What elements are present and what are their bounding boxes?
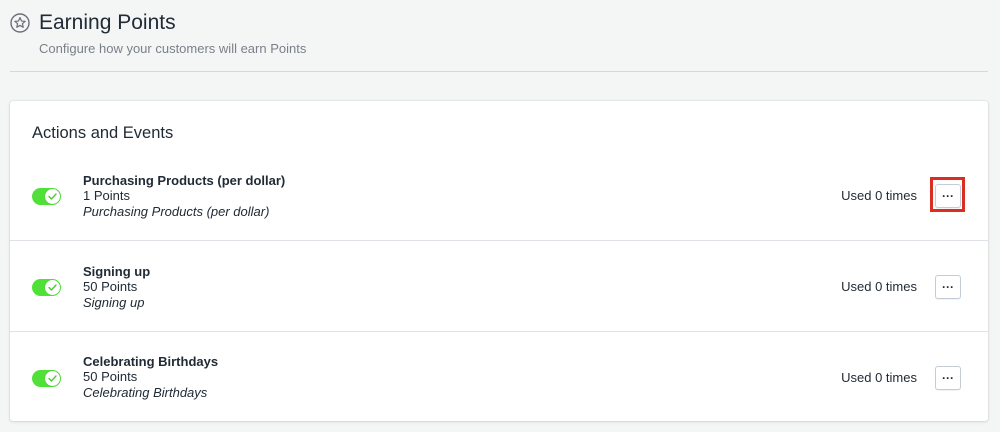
action-row-purchasing: Purchasing Products (per dollar) 1 Point… <box>10 150 988 241</box>
action-description: Purchasing Products (per dollar) <box>83 204 270 219</box>
action-name: Celebrating Birthdays <box>83 354 219 369</box>
enabled-toggle[interactable] <box>32 188 61 205</box>
check-icon <box>48 193 57 200</box>
page: Earning Points Configure how your custom… <box>0 0 1000 432</box>
card-title: Actions and Events <box>32 124 174 142</box>
enabled-toggle[interactable] <box>32 279 61 296</box>
toggle-knob <box>45 280 60 295</box>
page-subtitle: Configure how your customers will earn P… <box>39 41 307 56</box>
check-icon <box>48 284 57 291</box>
action-description: Signing up <box>83 295 145 310</box>
toggle-knob <box>45 371 60 386</box>
action-name: Signing up <box>83 264 151 279</box>
toggle-knob <box>45 189 60 204</box>
usage-count: Used 0 times <box>841 370 917 385</box>
more-actions-button[interactable]: ··· <box>935 275 961 299</box>
action-points: 50 Points <box>83 279 138 294</box>
highlight-box <box>930 177 965 212</box>
enabled-toggle[interactable] <box>32 370 61 387</box>
page-header: Earning Points Configure how your custom… <box>10 8 988 72</box>
action-points: 1 Points <box>83 188 130 203</box>
action-name: Purchasing Products (per dollar) <box>83 173 286 188</box>
action-points: 50 Points <box>83 369 138 384</box>
action-row-birthdays: Celebrating Birthdays 50 Points Celebrat… <box>10 331 988 423</box>
star-icon <box>10 13 30 33</box>
actions-card: Actions and Events Purchasing Products (… <box>10 101 988 421</box>
action-description: Celebrating Birthdays <box>83 385 208 400</box>
page-title: Earning Points <box>39 11 176 34</box>
check-icon <box>48 375 57 382</box>
more-actions-button[interactable]: ··· <box>935 366 961 390</box>
usage-count: Used 0 times <box>841 279 917 294</box>
usage-count: Used 0 times <box>841 188 917 203</box>
action-row-signing-up: Signing up 50 Points Signing up Used 0 t… <box>10 240 988 332</box>
